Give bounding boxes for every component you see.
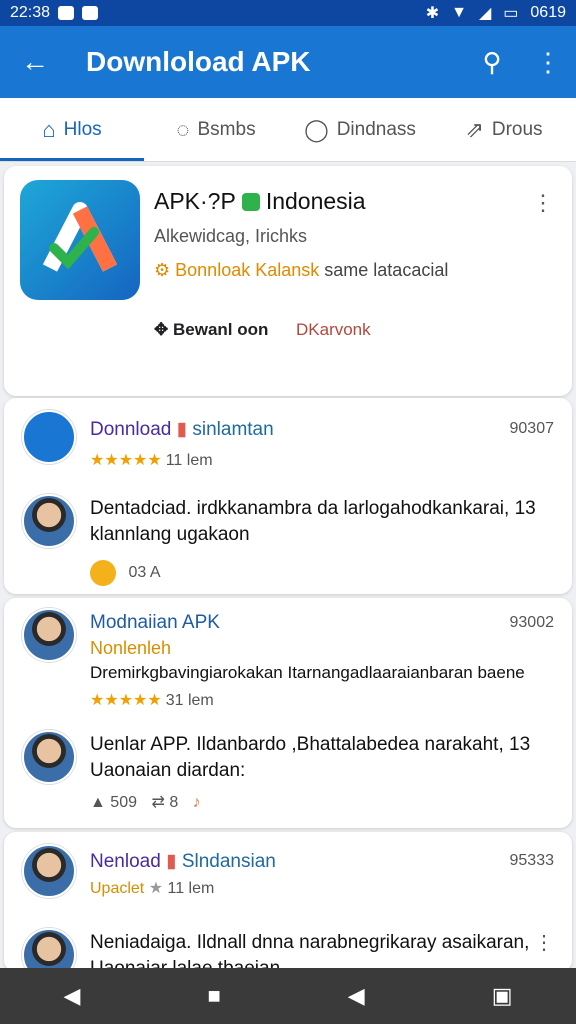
status-clock: 0619 <box>530 4 566 21</box>
review-title[interactable]: Donnload ▮ sinlamtan <box>90 418 274 441</box>
location-icon: ◯ <box>304 116 329 142</box>
rating-count: 31 lem <box>165 692 214 709</box>
like-icon[interactable]: ▲ <box>90 794 106 811</box>
stars: ★ <box>148 880 164 897</box>
review-title-text: Nenload <box>90 851 161 872</box>
user-avatar <box>22 844 76 898</box>
network-button[interactable]: DKarvonk <box>296 320 371 340</box>
review-title-text: Donnload <box>90 419 172 440</box>
tab-label: Hlos <box>63 118 102 140</box>
reaction-count: 03 A <box>128 564 161 582</box>
bell-icon[interactable]: ♪ <box>193 794 201 811</box>
review-meta: Upaclet ★ 11 lem <box>90 878 214 898</box>
tab-label: Dindnass <box>336 118 416 140</box>
tab-label: Bsmbs <box>197 118 256 140</box>
review-comment: Dentadciad. irdkkanambra da larlogahodka… <box>90 498 536 545</box>
search-icon[interactable]: ⚲ <box>464 47 520 78</box>
review-subtitle: Nonlenleh <box>90 638 172 658</box>
review-title[interactable]: Nenload ▮ Slndansian <box>90 850 276 873</box>
share-icon: ⇗ <box>465 116 484 142</box>
app-name-country: Indonesia <box>265 188 366 214</box>
rating-stars: ★★★★★ 31 lem <box>90 690 214 710</box>
review-comment: Uenlar APP. Ildanbardo ,Bhattalabedea na… <box>90 734 531 781</box>
review-sub: Upaclet <box>90 880 145 897</box>
back-nav-icon[interactable]: ◀ <box>64 983 81 1009</box>
user-avatar <box>22 608 76 662</box>
more-vert-icon[interactable]: ⋮ <box>532 190 554 216</box>
app-logo-icon <box>20 180 140 300</box>
page-title: Downloload APK <box>86 46 311 77</box>
reaction-row: 03 A <box>90 560 160 586</box>
stars: ★★★★★ <box>90 692 162 709</box>
review-card-1: Donnload ▮ sinlamtan 90307 ★★★★★ 11 lem D… <box>4 398 572 594</box>
chat-icon: ◌ <box>176 116 190 142</box>
rating-count: 11 lem <box>165 452 213 469</box>
review-card-2: Modnaiian APK 93002 Nonlenleh Dremirkgba… <box>4 598 572 828</box>
review-title-suffix: sinlamtan <box>192 419 274 440</box>
bluetooth-icon: ✱ <box>425 5 440 22</box>
home-icon: ⌂ <box>42 116 56 142</box>
more-vert-icon[interactable]: ⋮ <box>520 47 576 78</box>
button-label: Bewanl oon <box>172 320 269 339</box>
tab-label: Drous <box>491 118 543 140</box>
system-nav-bar: ◀ ■ ◀ ▣ <box>0 968 576 1024</box>
message-icon <box>58 6 75 20</box>
status-bar: 22:38 ✱ ▼ ◢ ▭ 0619 <box>0 0 576 26</box>
review-title[interactable]: Modnaiian APK <box>90 612 220 634</box>
review-number: 95333 <box>509 852 555 869</box>
user-avatar <box>22 730 76 784</box>
app-bar: ← Downloload APK ⚲ ⋮ <box>0 26 576 98</box>
promo-text: same latacacial <box>324 260 449 280</box>
verified-icon <box>241 193 260 211</box>
retweet-icon[interactable]: ⇄ <box>151 794 164 811</box>
share-count: 8 <box>169 794 179 811</box>
review-title-suffix: Slndansian <box>181 851 276 872</box>
diamond-icon: ✥ <box>154 320 169 339</box>
tag-icon: ▮ <box>166 851 177 872</box>
promo-highlight: Bonnloak Kalansk <box>175 260 320 280</box>
battery-icon: ▭ <box>503 5 519 22</box>
action-row: ▲ 509 ⇄ 8 ♪ <box>90 792 201 812</box>
download-icon: ⚙ <box>154 260 171 280</box>
wifi-icon: ▼ <box>451 4 467 21</box>
download-now-button[interactable]: ✥ Bewanl oon <box>154 320 268 340</box>
back-arrow-icon[interactable]: ← <box>0 46 70 78</box>
tag-icon: ▮ <box>176 419 188 440</box>
screenshot-nav-icon[interactable]: ▣ <box>492 983 513 1009</box>
recents-nav-icon[interactable]: ◀ <box>348 983 365 1009</box>
review-number: 93002 <box>509 614 555 631</box>
tab-chat[interactable]: ◌ Bsmbs <box>144 98 288 161</box>
app-hero-card: APK·?P Indonesia ⋮ Alkewidcag, Irichks ⚙ … <box>4 166 572 396</box>
app-name-part: APK·?P <box>154 188 236 214</box>
notification-icon <box>82 6 99 20</box>
status-time: 22:38 <box>10 4 51 21</box>
app-avatar <box>22 410 76 464</box>
more-vert-icon[interactable]: ⋮ <box>534 930 554 955</box>
review-number: 90307 <box>509 420 555 437</box>
stars: ★★★★★ <box>90 452 162 469</box>
emoji-icon[interactable] <box>90 560 116 586</box>
review-card-3: Nenload ▮ Slndansian 95333 Upaclet ★ 11 … <box>4 832 572 982</box>
rating-stars: ★★★★★ 11 lem <box>90 450 213 470</box>
signal-icon: ◢ <box>478 5 492 22</box>
tab-home[interactable]: ⌂ Hlos <box>0 98 144 161</box>
app-name: APK·?P Indonesia <box>154 188 366 215</box>
promo-line: ⚙ Bonnloak Kalansk same latacacial <box>154 260 448 281</box>
user-avatar <box>22 494 76 548</box>
tab-bar: ⌂ Hlos ◌ Bsmbs ◯ Dindnass ⇗ Drous <box>0 98 576 162</box>
tab-location[interactable]: ◯ Dindnass <box>288 98 432 161</box>
like-count: 509 <box>110 794 137 811</box>
home-nav-icon[interactable]: ■ <box>207 983 220 1009</box>
tab-share[interactable]: ⇗ Drous <box>432 98 576 161</box>
rating-count: 11 lem <box>167 880 215 897</box>
review-description: Dremirkgbavingiarokakan Itarnangadlaarai… <box>90 663 525 682</box>
app-subtitle: Alkewidcag, Irichks <box>154 226 308 246</box>
